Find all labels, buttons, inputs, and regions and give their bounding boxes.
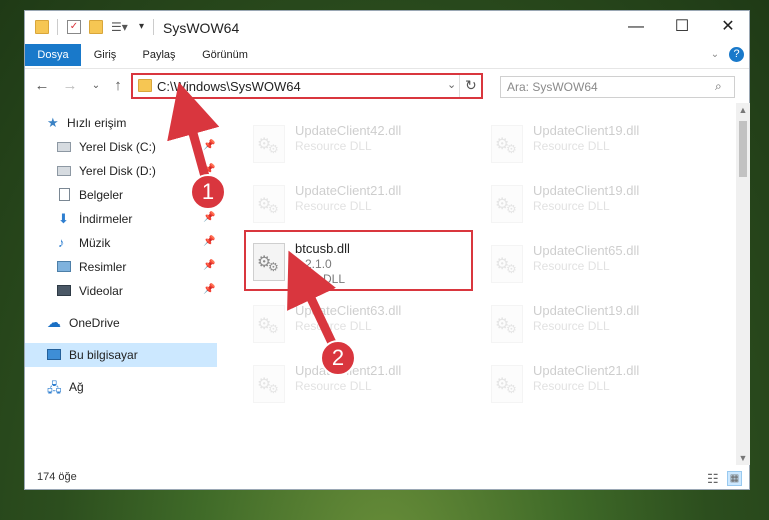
annotation-marker-1: 1 xyxy=(190,174,226,210)
annotation-arrow-2 xyxy=(287,250,338,347)
annotation-arrow-1 xyxy=(167,81,220,182)
annotation-layer xyxy=(167,81,338,347)
annotation-marker-2: 2 xyxy=(320,340,356,376)
